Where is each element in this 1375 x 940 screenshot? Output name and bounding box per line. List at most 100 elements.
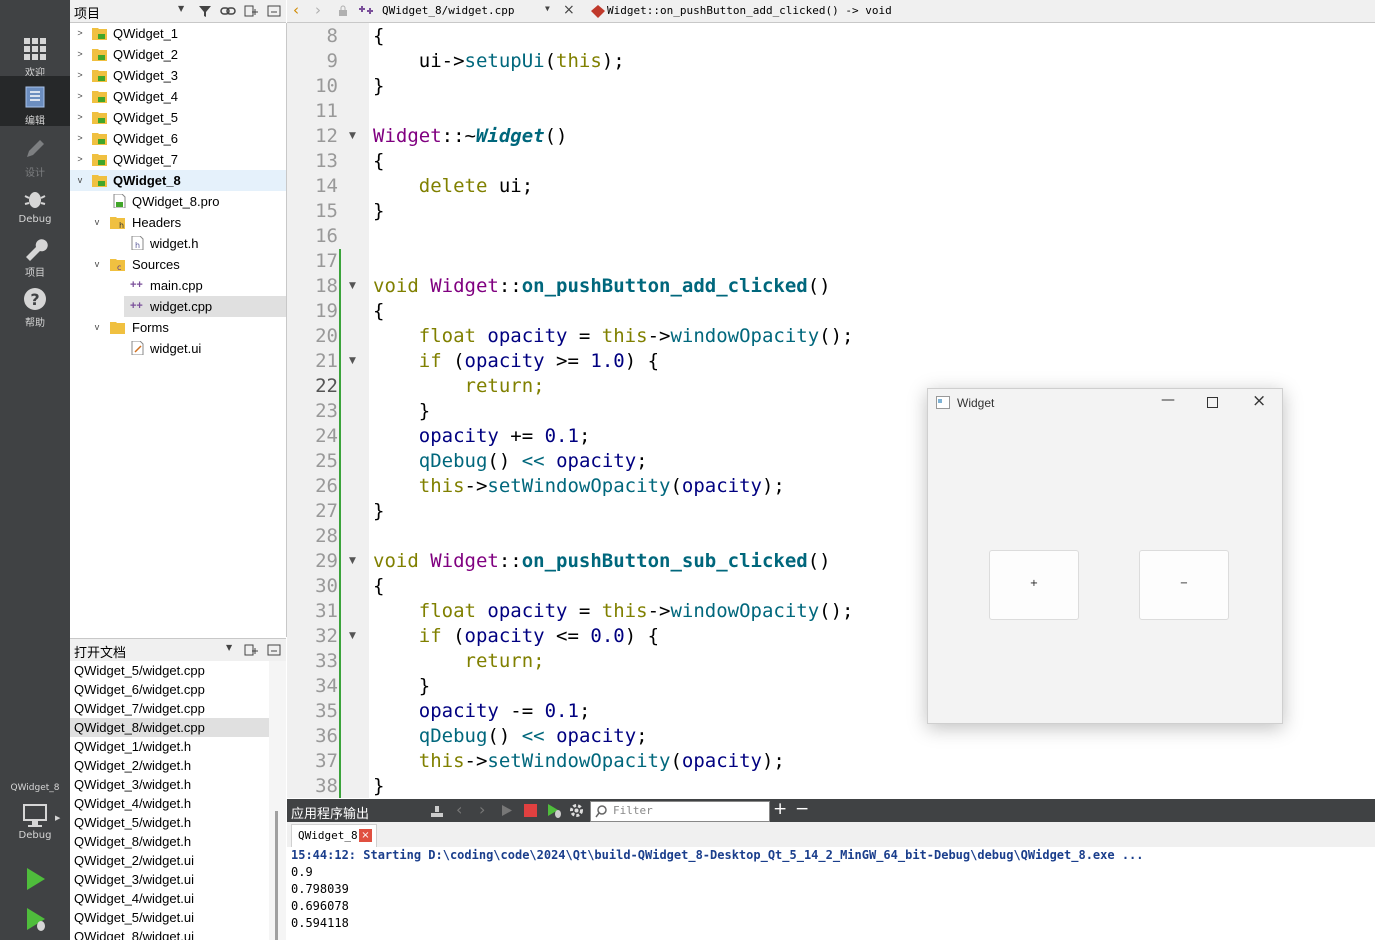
fold-marker-icon[interactable]: ▼ (349, 631, 356, 641)
tree-item-pro-file[interactable]: QWidget_8.pro (70, 191, 286, 212)
tree-item-ui-file[interactable]: widget.ui (70, 338, 286, 359)
output-filter-field[interactable]: Filter (590, 801, 770, 822)
fold-marker-icon[interactable]: ▼ (349, 556, 356, 566)
tree-item-forms[interactable]: v Forms (70, 317, 286, 338)
run-button[interactable] (20, 864, 50, 894)
line-number: 29 (315, 550, 338, 572)
code-line: } (373, 400, 431, 422)
split-icon[interactable] (243, 3, 259, 19)
close-pane-icon[interactable] (266, 642, 282, 658)
open-document-item[interactable]: QWidget_8/widget.ui (70, 927, 269, 940)
open-document-item[interactable]: QWidget_4/widget.ui (70, 889, 269, 908)
tree-item-project[interactable]: > QWidget_5 (70, 107, 286, 128)
chevron-right-icon[interactable]: > (75, 23, 85, 44)
rerun-icon[interactable] (501, 804, 513, 817)
open-document-item[interactable]: QWidget_3/widget.ui (70, 870, 269, 889)
current-file-label[interactable]: QWidget_8/widget.cpp (382, 4, 514, 17)
open-documents-scrollbar[interactable] (269, 661, 286, 940)
view-select-chevron-icon[interactable]: ▼ (226, 643, 232, 652)
output-tab-qwidget-8[interactable]: QWidget_8 × (291, 824, 377, 847)
stop-icon[interactable] (524, 804, 537, 817)
back-icon[interactable]: ‹ (293, 1, 299, 19)
close-icon[interactable]: × (1252, 391, 1266, 411)
chevron-right-icon[interactable]: > (75, 65, 85, 86)
mode-edit[interactable]: 编辑 (0, 76, 70, 127)
open-document-item[interactable]: QWidget_8/widget.h (70, 832, 269, 851)
open-document-item[interactable]: QWidget_6/widget.cpp (70, 680, 269, 699)
open-document-item-selected[interactable]: QWidget_8/widget.cpp (70, 718, 269, 737)
add-button[interactable]: + (989, 550, 1079, 620)
file-select-chevron-icon[interactable]: ▼ (545, 4, 550, 13)
chevron-down-icon[interactable]: v (92, 254, 102, 275)
tree-item-project[interactable]: > QWidget_3 (70, 65, 286, 86)
add-icon[interactable]: + (773, 799, 787, 819)
mode-label: Debug (18, 214, 52, 225)
mode-help[interactable]: ? 帮助 (0, 278, 70, 329)
output-line: 0.798039 (291, 882, 349, 896)
tree-item-project[interactable]: > QWidget_4 (70, 86, 286, 107)
chevron-right-icon[interactable]: > (75, 86, 85, 107)
tree-item-source-file[interactable]: ++ main.cpp (70, 275, 286, 296)
mode-design[interactable]: 设计 (0, 128, 70, 179)
debug-rerun-icon[interactable] (547, 803, 562, 818)
open-document-item[interactable]: QWidget_5/widget.h (70, 813, 269, 832)
fold-marker-icon[interactable]: ▼ (349, 281, 356, 291)
filter-icon[interactable] (197, 3, 213, 19)
kit-selector[interactable]: Debug ▶ (0, 798, 70, 850)
line-number: 33 (315, 650, 338, 672)
chevron-down-icon[interactable]: v (92, 212, 102, 233)
mode-welcome[interactable]: 欢迎 (0, 28, 70, 79)
widget-window-titlebar[interactable]: Widget — × (928, 389, 1282, 417)
tree-item-header-file[interactable]: h widget.h (70, 233, 286, 254)
line-number: 24 (315, 425, 338, 447)
link-icon[interactable] (220, 3, 236, 19)
tree-item-source-file-selected[interactable]: ++ widget.cpp (124, 296, 286, 317)
settings-gear-icon[interactable] (569, 803, 584, 818)
fold-marker-icon[interactable]: ▼ (349, 356, 356, 366)
open-document-item[interactable]: QWidget_2/widget.ui (70, 851, 269, 870)
chevron-right-icon[interactable]: > (75, 128, 85, 149)
scrollbar-thumb[interactable] (275, 811, 278, 940)
tree-item-sources[interactable]: v c Sources (70, 254, 286, 275)
next-icon[interactable]: › (479, 800, 485, 819)
open-document-item[interactable]: QWidget_3/widget.h (70, 775, 269, 794)
tree-item-project[interactable]: > QWidget_2 (70, 44, 286, 65)
open-document-item[interactable]: QWidget_1/widget.h (70, 737, 269, 756)
chevron-down-icon[interactable]: v (75, 170, 85, 191)
close-pane-icon[interactable] (266, 3, 282, 19)
chevron-right-icon[interactable]: > (75, 44, 85, 65)
split-icon[interactable] (243, 642, 259, 658)
sub-button[interactable]: − (1139, 550, 1229, 620)
chevron-down-icon[interactable]: v (92, 317, 102, 338)
widget-window[interactable]: Widget — × + − (927, 388, 1283, 724)
chevron-right-icon[interactable]: > (75, 149, 85, 170)
mode-debug[interactable]: Debug (0, 178, 70, 228)
open-document-item[interactable]: QWidget_2/widget.h (70, 756, 269, 775)
open-document-item[interactable]: QWidget_4/widget.h (70, 794, 269, 813)
chevron-right-icon[interactable]: > (75, 107, 85, 128)
output-line-status: 15:44:12: Starting D:\coding\code\2024\Q… (291, 848, 1144, 862)
tree-item-project-active[interactable]: v QWidget_8 (70, 170, 286, 191)
tree-item-project[interactable]: > QWidget_1 (70, 23, 286, 44)
tab-close-icon[interactable]: × (359, 829, 372, 842)
previous-icon[interactable]: ‹ (456, 800, 462, 819)
remove-icon[interactable]: − (795, 799, 809, 819)
forward-icon[interactable]: › (315, 1, 321, 19)
attach-process-icon[interactable] (430, 804, 444, 818)
debug-run-button[interactable] (20, 904, 50, 934)
open-document-item[interactable]: QWidget_7/widget.cpp (70, 699, 269, 718)
tree-item-headers[interactable]: v h Headers (70, 212, 286, 233)
maximize-icon[interactable] (1207, 397, 1218, 408)
close-document-icon[interactable]: × (563, 2, 575, 18)
open-document-item[interactable]: QWidget_5/widget.ui (70, 908, 269, 927)
minimize-icon[interactable]: — (1161, 392, 1175, 408)
view-select-chevron-icon[interactable]: ▼ (178, 4, 184, 13)
fold-marker-icon[interactable]: ▼ (349, 131, 356, 141)
symbol-selector[interactable]: Widget::on_pushButton_add_clicked() -> v… (607, 4, 892, 17)
application-output[interactable]: 15:44:12: Starting D:\coding\code\2024\Q… (287, 847, 1375, 940)
tree-item-project[interactable]: > QWidget_7 (70, 149, 286, 170)
tree-item-project[interactable]: > QWidget_6 (70, 128, 286, 149)
mode-projects[interactable]: 项目 (0, 228, 70, 279)
open-document-item[interactable]: QWidget_5/widget.cpp (70, 661, 269, 680)
filter-placeholder: Filter (613, 804, 653, 817)
